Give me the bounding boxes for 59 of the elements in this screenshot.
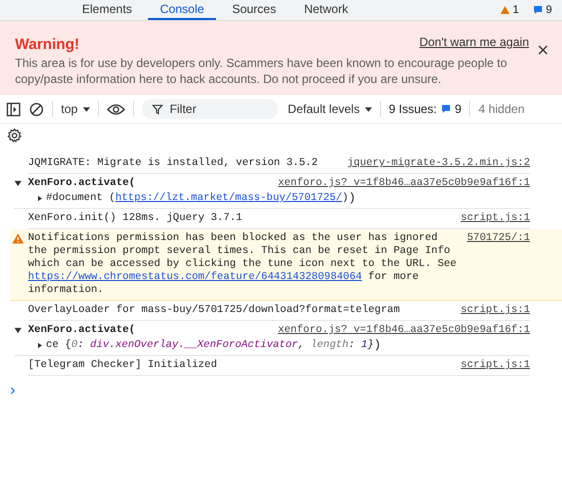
clear-console-icon[interactable] [29, 102, 44, 116]
object-preview-text: 0 [71, 339, 78, 352]
context-dropdown[interactable]: top [61, 102, 90, 116]
chat-bubble-icon [440, 104, 451, 114]
console-message: OverlayLoader for mass-buy/5701725/download?format=telegram [28, 304, 400, 317]
source-link[interactable]: script.js:1 [460, 304, 530, 317]
filter-icon [152, 104, 163, 115]
source-link[interactable]: xenforo.js? v=1f8b46…aa37e5c0b9e9af16f:1 [278, 324, 530, 337]
error-count-badge[interactable]: 1 [500, 0, 519, 20]
console-message: JQMIGRATE: Migrate is installed, version 3.5.2 [28, 157, 318, 170]
expand-triangle-icon[interactable] [38, 342, 42, 349]
warning-text: This area is for use by developers only. Scammers have been known to encourage people to copy/paste information here to hack accounts. Do not proceed if you are unsure. [15, 55, 508, 87]
closing-paren: ) [348, 192, 356, 205]
object-preview-text: 1 [361, 339, 368, 352]
close-icon[interactable] [538, 45, 548, 55]
levels-dropdown[interactable]: Default levels [288, 102, 372, 116]
url-link[interactable]: https://www.chromestatus.com/feature/6443143280984064 [28, 271, 362, 283]
panel-tab[interactable]: Network [292, 0, 360, 20]
filter-field[interactable]: Filter [142, 99, 278, 119]
object-preview-text: ce { [46, 339, 72, 352]
url-link[interactable]: https://lzt.market/mass-buy/5701725/ [115, 192, 342, 205]
chat-bubble-icon [532, 5, 543, 15]
eye-icon[interactable] [106, 102, 125, 116]
object-preview-text: length [310, 339, 348, 352]
source-link[interactable]: jquery-migrate-3.5.2.min.js:2 [347, 157, 530, 170]
expand-triangle-icon[interactable] [38, 195, 42, 202]
console-message[interactable]: XenForo.activate( [28, 324, 278, 337]
closing-paren: ) [374, 339, 381, 352]
object-preview-text: , [298, 339, 306, 352]
warning-icon [500, 5, 510, 15]
object-preview-text: } [367, 339, 374, 352]
warning-icon [12, 233, 24, 244]
panel-tab[interactable]: Sources [220, 0, 288, 20]
object-preview-text: : [348, 339, 356, 352]
warning-text: Notifications permission has been blocked as the user has ignored the permission prompt several times. This can be reset in Page Info which can be accessed by clicking the tune icon next to the URL. See https://www.chromestatus.com/feature/6443143280984064 for more information. [28, 232, 458, 297]
issues-button[interactable]: 9 Issues: 9 [388, 102, 462, 116]
object-preview-text: ) [342, 192, 348, 205]
panel-tab[interactable]: Elements [70, 0, 144, 20]
prompt-caret[interactable]: › [10, 382, 16, 399]
issues-count-badge[interactable]: 9 [532, 0, 552, 20]
console-message: [Telegram Checker] Initialized [28, 359, 218, 372]
source-link[interactable]: script.js:1 [460, 212, 530, 225]
source-link[interactable]: 5701725/:1 [466, 232, 530, 245]
caret-icon [82, 106, 90, 112]
source-link[interactable]: script.js:1 [460, 359, 530, 372]
warning-title: Warning! [15, 36, 80, 53]
source-link[interactable]: xenforo.js? v=1f8b46…aa37e5c0b9e9af16f:1 [278, 177, 530, 190]
sidebar-toggle-icon[interactable] [6, 102, 21, 116]
object-preview-text: : [78, 339, 85, 352]
hidden-count: 4 hidden [478, 102, 524, 116]
caret-icon [364, 106, 372, 112]
object-preview-text: div.xenOverlay.__XenForoActivator [90, 339, 298, 352]
expand-triangle-icon[interactable] [14, 180, 22, 187]
console-message[interactable]: XenForo.activate( [28, 177, 278, 190]
expand-triangle-icon[interactable] [14, 327, 22, 334]
settings-icon[interactable] [7, 128, 22, 142]
console-message: XenForo.init() 128ms. jQuery 3.7.1 [28, 212, 242, 225]
dont-warn-link[interactable]: Don't warn me again [419, 35, 529, 49]
object-preview-text: #document ( [46, 192, 116, 205]
